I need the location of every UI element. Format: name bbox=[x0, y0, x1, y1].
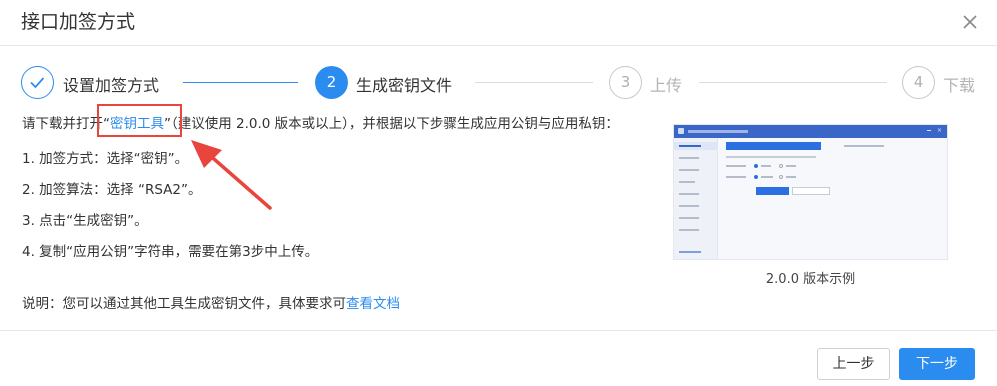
close-icon[interactable] bbox=[960, 12, 980, 32]
steps-bar: 设置加签方式 2 生成密钥文件 3 上传 4 下载 bbox=[0, 66, 997, 104]
preview-titlebar: × bbox=[674, 125, 947, 138]
step-2-label: 生成密钥文件 bbox=[356, 76, 453, 95]
intro-suffix: ”（建议使用 2.0.0 版本或以上），并根据以下步骤生成应用公钥与应用私钥： bbox=[164, 116, 619, 132]
dialog-title: 接口加签方式 bbox=[21, 11, 136, 33]
prev-step-button[interactable]: 上一步 bbox=[817, 348, 890, 380]
step-4-indicator: 4 bbox=[902, 66, 935, 99]
step-1-connector bbox=[183, 82, 298, 83]
preview-caption: 2.0.0 版本示例 bbox=[765, 272, 856, 287]
note-prefix: 说明：您可以通过其他工具生成密钥文件，具体要求可 bbox=[22, 296, 346, 312]
tool-preview-image: × bbox=[673, 124, 948, 260]
instruction-item: 4. 复制“应用公钥”字符串，需要在第3步中上传。 bbox=[22, 244, 319, 260]
instruction-item: 2. 加签算法：选择 “RSA2”。 bbox=[22, 182, 202, 198]
instruction-item: 3. 点击“生成密钥”。 bbox=[22, 213, 148, 229]
note-text: 说明：您可以通过其他工具生成密钥文件，具体要求可查看文档 bbox=[22, 292, 400, 312]
preview-sidebar bbox=[674, 138, 718, 259]
preview-open-folder-button bbox=[792, 187, 830, 195]
dialog-header: 接口加签方式 bbox=[0, 0, 997, 46]
step-1-check-icon bbox=[21, 66, 54, 99]
step-3-indicator: 3 bbox=[609, 66, 642, 99]
view-docs-link[interactable]: 查看文档 bbox=[346, 296, 400, 312]
step-2-connector bbox=[475, 82, 593, 83]
preview-text-line bbox=[726, 156, 816, 158]
preview-active-tab bbox=[726, 142, 821, 150]
instruction-item: 1. 加签方式：选择“密钥”。 bbox=[22, 151, 189, 167]
step-2-indicator: 2 bbox=[315, 66, 348, 99]
step-3-connector bbox=[699, 82, 887, 83]
step-1-label: 设置加签方式 bbox=[63, 76, 160, 95]
step-3-label: 上传 bbox=[650, 76, 683, 95]
preview-generate-button bbox=[756, 187, 789, 195]
footer-divider bbox=[0, 330, 997, 331]
preview-tab bbox=[844, 145, 884, 147]
step-4-label: 下载 bbox=[943, 76, 976, 95]
next-step-button[interactable]: 下一步 bbox=[899, 348, 975, 380]
annotation-highlight-box bbox=[97, 104, 182, 137]
